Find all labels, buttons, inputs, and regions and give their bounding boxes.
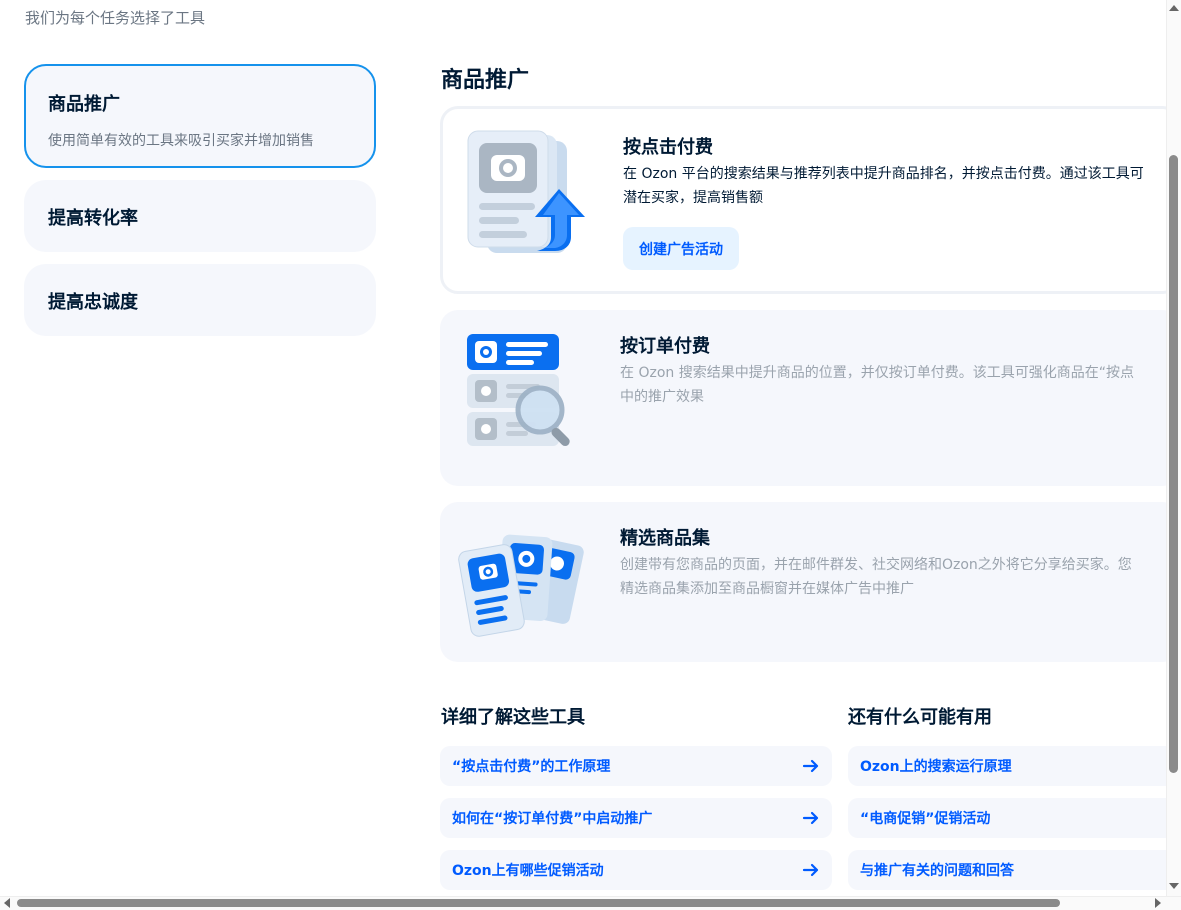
tool-card-collections[interactable]: 精选商品集 创建带有您商品的页面，并在邮件群发、社交网络和Ozon之外将它分享给… — [440, 502, 1166, 662]
card-description: 创建带有您商品的页面，并在邮件群发、社交网络和Ozon之外将它分享给买家。您 精… — [620, 553, 1166, 601]
tool-card-pay-per-click[interactable]: 按点击付费 在 Ozon 平台的搜索结果与推荐列表中提升商品排名，并按点击付费。… — [440, 106, 1166, 294]
section-title: 商品推广 — [441, 68, 530, 93]
card-description: 在 Ozon 平台的搜索结果与推荐列表中提升商品排名，并按点击付费。通过该工具可… — [623, 162, 1166, 210]
nav-item-title: 商品推广 — [48, 94, 120, 115]
card-title: 精选商品集 — [620, 528, 710, 549]
arrow-right-icon — [802, 759, 819, 773]
nav-item-promotion[interactable]: 商品推广 使用简单有效的工具来吸引买家并增加销售 — [24, 64, 376, 168]
page-subtitle: 我们为每个任务选择了工具 — [25, 9, 206, 27]
nav-item-title: 提高忠诚度 — [48, 292, 138, 313]
card-description-line: 创建带有您商品的页面，并在邮件群发、社交网络和Ozon之外将它分享给买家。您 — [620, 557, 1132, 573]
magnifier-list-icon — [462, 332, 582, 456]
learn-link-cpo[interactable]: 如何在“按订单付费”中启动推广 — [440, 798, 832, 838]
useful-link-ecommerce-promo[interactable]: “电商促销”促销活动 — [848, 798, 1166, 838]
link-label: 与推广有关的问题和回答 — [860, 863, 1014, 879]
horizontal-scrollbar-thumb[interactable] — [17, 899, 1060, 907]
learn-link-promotions[interactable]: Ozon上有哪些促销活动 — [440, 850, 832, 890]
card-description-line: 潜在买家，提高销售额 — [623, 190, 763, 206]
nav-item-title: 提高转化率 — [48, 208, 138, 229]
scroll-up-icon[interactable] — [1169, 5, 1179, 11]
learn-more-heading: 详细了解这些工具 — [441, 707, 585, 728]
nav-item-loyalty[interactable]: 提高忠诚度 — [24, 264, 376, 336]
nav-item-desc: 使用简单有效的工具来吸引买家并增加销售 — [48, 133, 314, 149]
card-title: 按订单付费 — [620, 336, 710, 357]
useful-heading: 还有什么可能有用 — [848, 707, 992, 728]
scroll-right-icon[interactable] — [1155, 898, 1161, 908]
useful-link-faq[interactable]: 与推广有关的问题和回答 — [848, 850, 1166, 890]
link-label: “电商促销”促销活动 — [860, 811, 991, 827]
camera-document-icon — [465, 129, 589, 263]
card-description-line: 在 Ozon 搜索结果中提升商品的位置，并仅按订单付费。该工具可强化商品在“按点 — [620, 365, 1134, 381]
card-description-line: 精选商品集添加至商品橱窗并在媒体广告中推广 — [620, 581, 914, 597]
useful-link-search[interactable]: Ozon上的搜索运行原理 — [848, 746, 1166, 786]
create-campaign-button[interactable]: 创建广告活动 — [623, 227, 739, 270]
photo-cards-icon — [458, 528, 588, 642]
tool-card-pay-per-order[interactable]: 按订单付费 在 Ozon 搜索结果中提升商品的位置，并仅按订单付费。该工具可强化… — [440, 310, 1166, 486]
card-description-line: 在 Ozon 平台的搜索结果与推荐列表中提升商品排名，并按点击付费。通过该工具可 — [623, 166, 1144, 182]
card-title: 按点击付费 — [623, 137, 713, 158]
learn-link-cpc[interactable]: “按点击付费”的工作原理 — [440, 746, 832, 786]
card-description: 在 Ozon 搜索结果中提升商品的位置，并仅按订单付费。该工具可强化商品在“按点… — [620, 361, 1166, 409]
page-viewport: 我们为每个任务选择了工具 商品推广 使用简单有效的工具来吸引买家并增加销售 提高… — [0, 0, 1166, 896]
link-label: “按点击付费”的工作原理 — [452, 759, 611, 775]
link-label: Ozon上的搜索运行原理 — [860, 759, 1012, 775]
card-description-line: 中的推广效果 — [620, 389, 704, 405]
scroll-left-icon[interactable] — [4, 898, 10, 908]
nav-item-conversion[interactable]: 提高转化率 — [24, 180, 376, 252]
link-label: Ozon上有哪些促销活动 — [452, 863, 604, 879]
scroll-down-icon[interactable] — [1169, 883, 1179, 889]
vertical-scrollbar-thumb[interactable] — [1169, 155, 1178, 773]
arrow-right-icon — [802, 863, 819, 877]
link-label: 如何在“按订单付费”中启动推广 — [452, 811, 653, 827]
arrow-up-icon — [535, 189, 585, 251]
arrow-right-icon — [802, 811, 819, 825]
